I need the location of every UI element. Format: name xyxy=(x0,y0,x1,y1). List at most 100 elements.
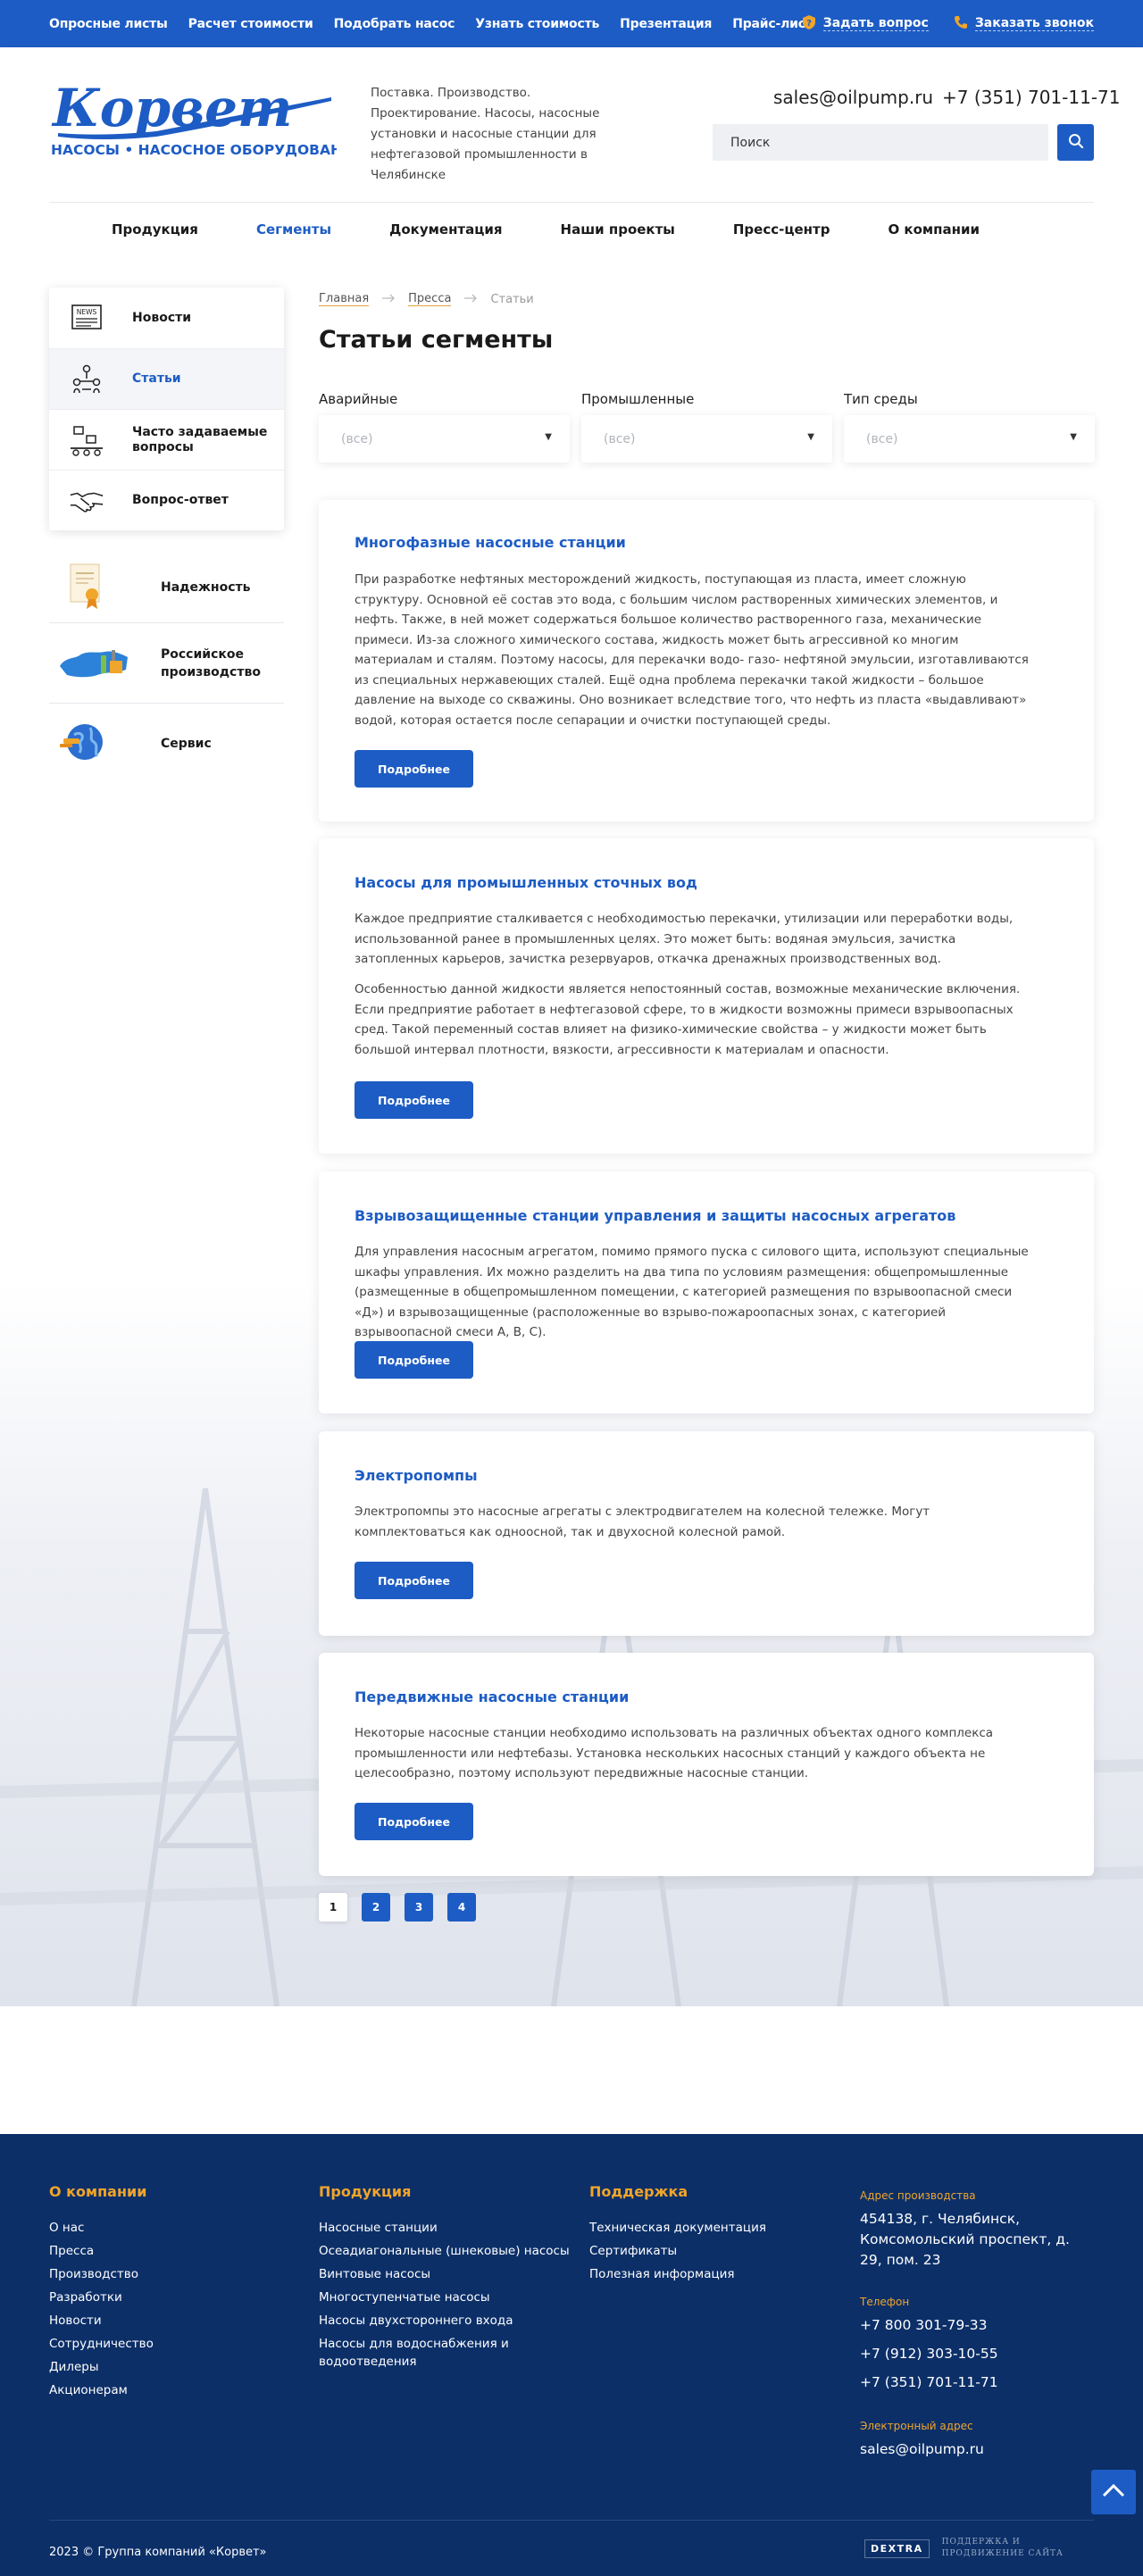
footer-link[interactable]: О нас xyxy=(49,2216,154,2239)
arrow-right-icon xyxy=(381,293,396,306)
footer-col-support: Поддержка Техническая документация Серти… xyxy=(589,2183,766,2286)
logo[interactable]: Корвет НАСОСЫ • НАСОСНОЕ ОБОРУДОВАНИЕ xyxy=(49,72,363,163)
top-link-questionnaires[interactable]: Опросные листы xyxy=(49,17,168,31)
footer-link[interactable]: Акционерам xyxy=(49,2379,154,2402)
article-card: Многофазные насосные станции При разрабо… xyxy=(319,500,1094,821)
article-title[interactable]: Взрывозащищенные станции управления и за… xyxy=(355,1207,955,1224)
footer-phone[interactable]: +7 (351) 701-11-71 xyxy=(860,2372,1092,2393)
footer-link[interactable]: Производство xyxy=(49,2263,154,2286)
footer-link[interactable]: Насосы для водоснабжения и водоотведения xyxy=(319,2335,551,2371)
footer-link[interactable]: Сертификаты xyxy=(589,2239,766,2263)
footer-link[interactable]: Дилеры xyxy=(49,2355,154,2379)
filter-select[interactable]: (все) ▼ xyxy=(319,415,570,463)
more-button[interactable]: Подробнее xyxy=(355,1341,473,1379)
nav-item-documentation[interactable]: Документация xyxy=(389,221,503,238)
order-call-link[interactable]: Заказать звонок xyxy=(954,15,1094,33)
article-title[interactable]: Передвижные насосные станции xyxy=(355,1688,629,1705)
nav-item-projects[interactable]: Наши проекты xyxy=(561,221,675,238)
site-header: Корвет НАСОСЫ • НАСОСНОЕ ОБОРУДОВАНИЕ По… xyxy=(0,47,1143,256)
article-card: Передвижные насосные станции Некоторые н… xyxy=(319,1653,1094,1876)
nav-item-press-center[interactable]: Пресс-центр xyxy=(733,221,830,238)
article-card: Взрывозащищенные станции управления и за… xyxy=(319,1171,1094,1413)
header-email[interactable]: sales@oilpump.ru xyxy=(773,87,933,108)
developer-logo: DEXTRA xyxy=(864,2538,930,2558)
footer-link[interactable]: Сотрудничество xyxy=(49,2332,154,2355)
russia-factory-icon xyxy=(58,639,129,688)
search-button[interactable] xyxy=(1057,124,1094,161)
breadcrumb-press[interactable]: Пресса xyxy=(408,292,452,306)
sidebar-item-faq[interactable]: Часто задаваемые вопросы xyxy=(49,409,284,470)
promo-service[interactable]: Сервис xyxy=(49,704,284,784)
nav-item-about[interactable]: О компании xyxy=(888,221,980,238)
footer-heading: О компании xyxy=(49,2183,147,2200)
article-text: Для управления насосным агрегатом, помим… xyxy=(355,1245,1029,1339)
sidebar-item-qa[interactable]: Вопрос-ответ xyxy=(49,470,284,530)
filter-select[interactable]: (все) ▼ xyxy=(581,415,832,463)
article-title[interactable]: Многофазные насосные станции xyxy=(355,534,626,551)
sidebar-item-articles[interactable]: Статьи xyxy=(49,348,284,409)
top-links: Опросные листы Расчет стоимости Подобрат… xyxy=(49,0,813,47)
footer-link[interactable]: Техническая документация xyxy=(589,2216,766,2239)
footer-link[interactable]: Осеадиагональные (шнековые) насосы xyxy=(319,2239,570,2263)
filter-value: (все) xyxy=(866,431,898,446)
filter-label: Тип среды xyxy=(844,391,918,407)
ask-question-link[interactable]: ? Задать вопрос xyxy=(802,14,929,34)
footer-phone[interactable]: +7 (912) 303-10-55 xyxy=(860,2344,1092,2364)
filter-value: (все) xyxy=(604,431,636,446)
page-button-4[interactable]: 4 xyxy=(447,1893,476,1922)
breadcrumb-current: Статьи xyxy=(490,292,534,306)
page-button-1[interactable]: 1 xyxy=(319,1893,347,1922)
filter-medium-type: Тип среды (все) ▼ xyxy=(844,391,1095,463)
footer-link[interactable]: Разработки xyxy=(49,2286,154,2309)
article-title[interactable]: Насосы для промышленных сточных вод xyxy=(355,874,697,891)
top-link-get-price[interactable]: Узнать стоимость xyxy=(475,17,599,31)
footer-link[interactable]: Полезная информация xyxy=(589,2263,766,2286)
phone-label: Телефон xyxy=(860,2296,910,2308)
nav-item-segments[interactable]: Сегменты xyxy=(256,221,331,238)
nav-item-products[interactable]: Продукция xyxy=(112,221,198,238)
search-input[interactable] xyxy=(713,124,1048,161)
footer-phone[interactable]: +7 800 301-79-33 xyxy=(860,2315,1092,2336)
top-actions: ? Задать вопрос Заказать звонок xyxy=(802,0,1094,47)
filter-select[interactable]: (все) ▼ xyxy=(844,415,1095,463)
more-button[interactable]: Подробнее xyxy=(355,1562,473,1599)
article-card: Электропомпы Электропомпы это насосные а… xyxy=(319,1431,1094,1636)
top-link-price-calc[interactable]: Расчет стоимости xyxy=(188,17,313,31)
sidebar-item-label: Статьи xyxy=(132,371,181,386)
more-button[interactable]: Подробнее xyxy=(355,1803,473,1840)
search-icon xyxy=(1068,133,1084,153)
footer-link[interactable]: Пресса xyxy=(49,2239,154,2263)
footer-link[interactable]: Многоступенчатые насосы xyxy=(319,2286,551,2309)
breadcrumb-home[interactable]: Главная xyxy=(319,292,370,306)
footer-link[interactable]: Винтовые насосы xyxy=(319,2263,551,2286)
promo-reliability[interactable]: Надежность xyxy=(49,552,284,623)
copyright: 2023 © Группа компаний «Корвет» xyxy=(49,2546,267,2559)
sidebar-item-label: Новости xyxy=(132,310,192,325)
pagination: 1 2 3 4 xyxy=(319,1893,476,1922)
article-text: Электропомпы это насосные агрегаты с эле… xyxy=(355,1505,930,1539)
more-button[interactable]: Подробнее xyxy=(355,1081,473,1119)
page-button-2[interactable]: 2 xyxy=(362,1893,390,1922)
promo-russian-production[interactable]: Российское производство xyxy=(49,623,284,704)
footer-link[interactable]: Насосные станции xyxy=(319,2216,551,2239)
sidebar-item-news[interactable]: NEWS Новости xyxy=(49,288,284,348)
more-button[interactable]: Подробнее xyxy=(355,750,473,788)
header-phone[interactable]: +7 (351) 701-11-71 xyxy=(942,87,1120,108)
footer-email[interactable]: sales@oilpump.ru xyxy=(860,2439,1092,2460)
developer-text: ПОДДЕРЖКА И ПРОДВИЖЕНИЕ САЙТА xyxy=(941,2538,1064,2558)
footer-link[interactable]: Новости xyxy=(49,2309,154,2332)
sidebar-item-label: Вопрос-ответ xyxy=(132,493,229,507)
promo-label: Сервис xyxy=(161,737,212,751)
promo-label: Надежность xyxy=(161,579,251,595)
page-button-3[interactable]: 3 xyxy=(405,1893,433,1922)
article-card: Насосы для промышленных сточных вод Кажд… xyxy=(319,838,1094,1154)
scroll-to-top-button[interactable] xyxy=(1091,2470,1136,2514)
top-link-presentation[interactable]: Презентация xyxy=(620,17,712,31)
footer-heading: Продукция xyxy=(319,2183,412,2200)
top-link-select-pump[interactable]: Подобрать насос xyxy=(334,17,455,31)
address-value: 454138, г. Челябинск, Комсомольский прос… xyxy=(860,2211,1070,2268)
article-title[interactable]: Электропомпы xyxy=(355,1467,478,1484)
footer-link[interactable]: Насосы двухстороннего входа xyxy=(319,2309,551,2332)
top-link-pricelist[interactable]: Прайс-лист xyxy=(732,17,813,31)
developer-credit[interactable]: DEXTRA ПОДДЕРЖКА И ПРОДВИЖЕНИЕ САЙТА xyxy=(864,2537,1067,2560)
